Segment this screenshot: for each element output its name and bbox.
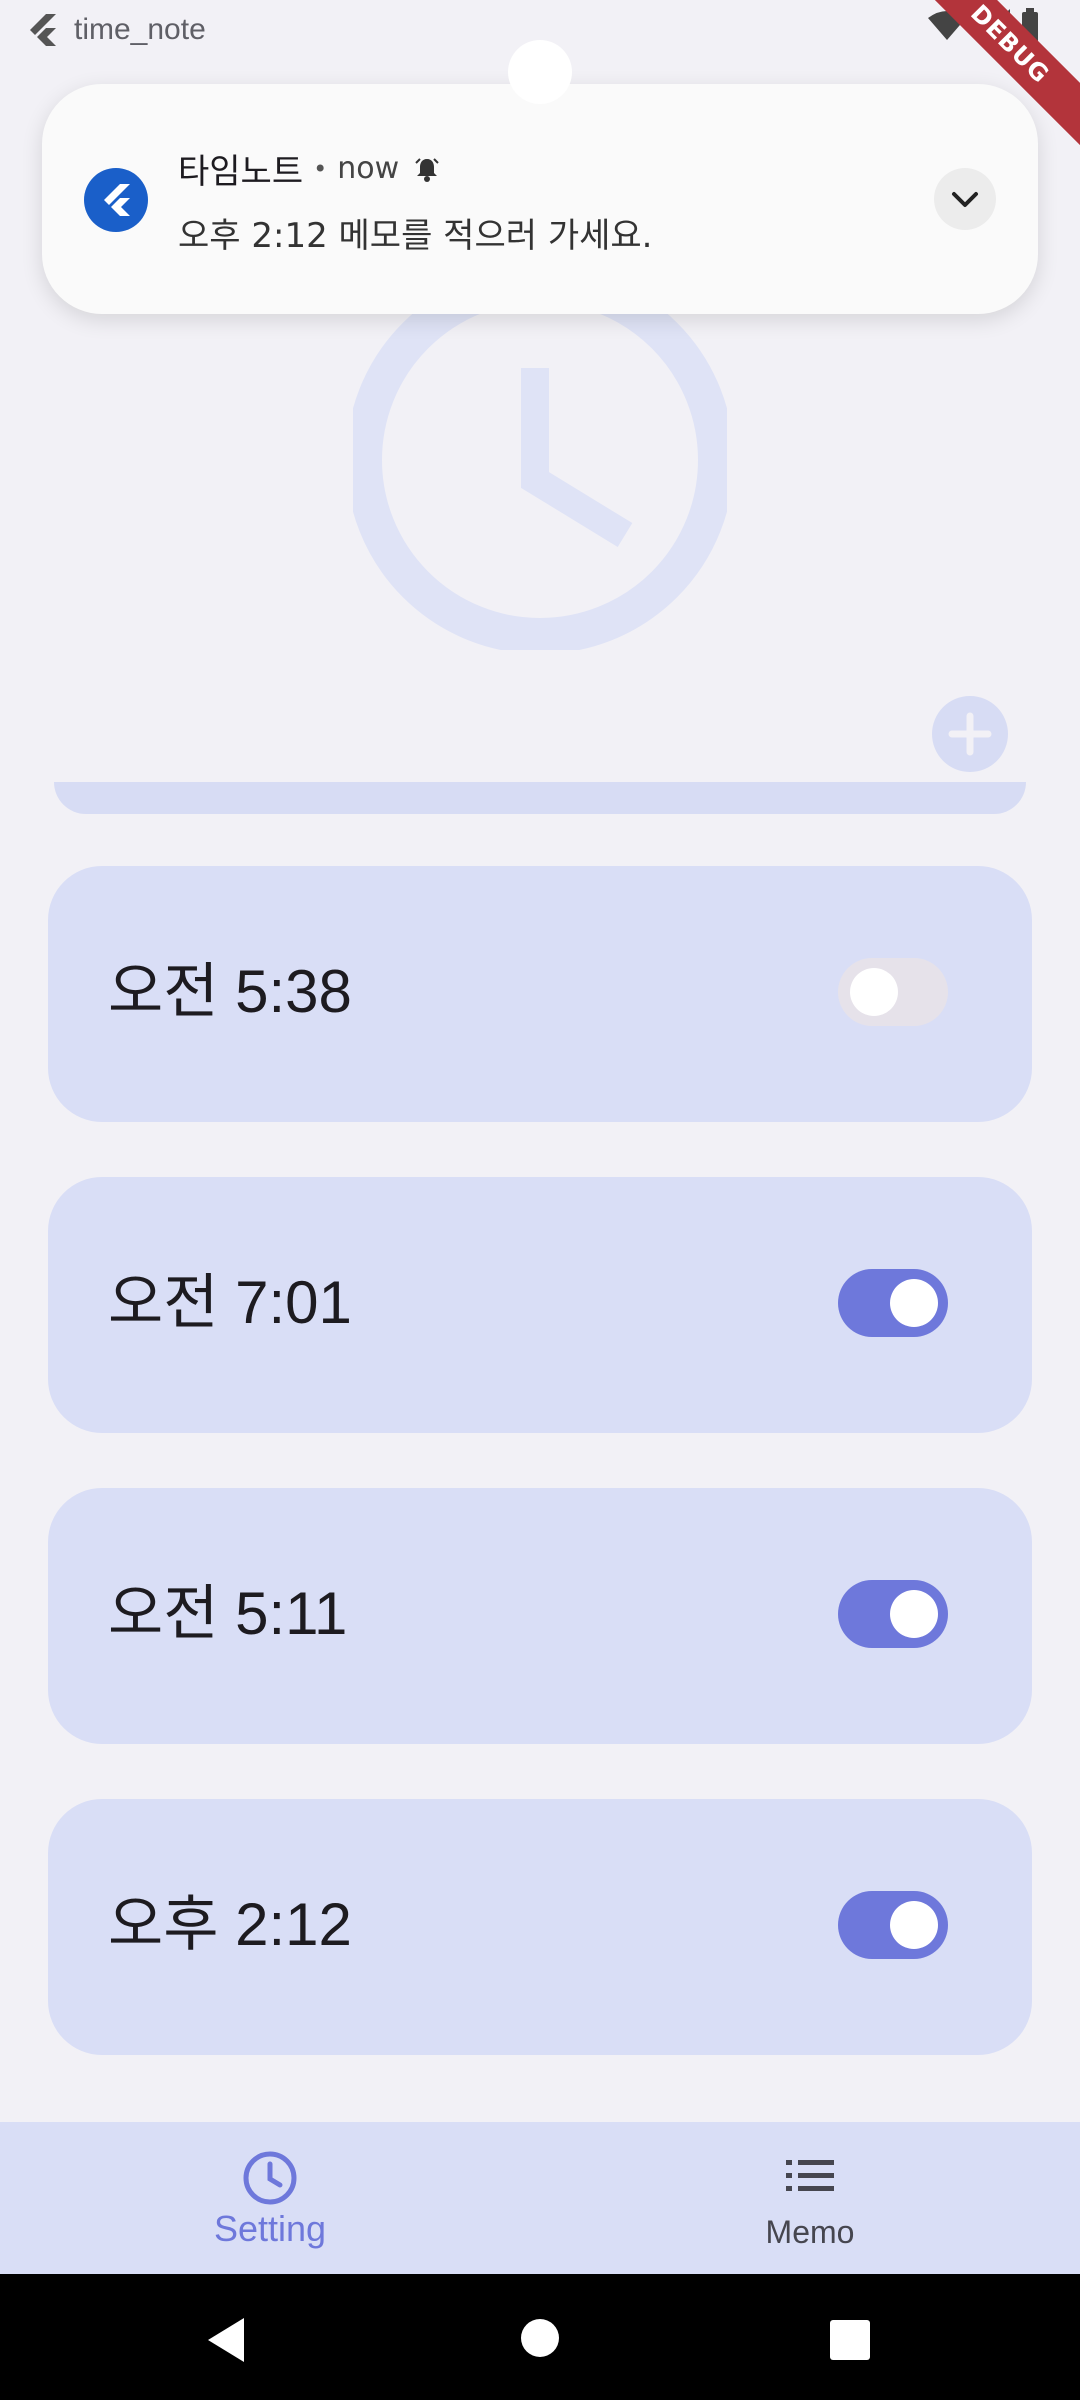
camera-cutout bbox=[508, 40, 572, 104]
nav-label-setting: Setting bbox=[213, 2208, 327, 2249]
back-icon[interactable] bbox=[204, 2316, 248, 2364]
recents-icon[interactable] bbox=[830, 2320, 870, 2360]
nav-tab-memo[interactable]: Memo bbox=[540, 2122, 1080, 2274]
chevron-down-icon bbox=[952, 192, 978, 207]
notification-app-name: 타임노트 bbox=[178, 152, 304, 192]
alarm-toggle[interactable] bbox=[838, 1580, 948, 1648]
notification-separator: • bbox=[313, 154, 328, 183]
alarm-time: 오전 5:11 bbox=[108, 1580, 348, 1647]
nav-tab-setting[interactable]: Setting bbox=[0, 2122, 540, 2274]
notification-header: 타임노트 • now bbox=[178, 144, 441, 193]
home-icon[interactable] bbox=[520, 2318, 560, 2358]
alarm-card[interactable]: 오후 2:12 bbox=[48, 1799, 1032, 2055]
alarm-time: 오전 5:38 bbox=[108, 958, 352, 1025]
status-app-title: time_note bbox=[74, 13, 206, 46]
toggle-knob bbox=[890, 1901, 938, 1949]
alarm-toggle[interactable] bbox=[838, 1891, 948, 1959]
toggle-knob bbox=[850, 968, 898, 1016]
app-notification-icon bbox=[84, 168, 148, 232]
toggle-knob bbox=[890, 1279, 938, 1327]
flutter-logo-icon bbox=[30, 14, 56, 46]
list-icon bbox=[786, 2160, 834, 2191]
alarm-card[interactable]: 오전 7:01 bbox=[48, 1177, 1032, 1433]
alarm-time: 오전 7:01 bbox=[108, 1269, 352, 1336]
clock-icon bbox=[243, 2151, 297, 2205]
add-alarm-button[interactable] bbox=[932, 696, 1008, 772]
alarm-toggle[interactable] bbox=[838, 958, 948, 1026]
nav-label-memo: Memo bbox=[765, 2214, 855, 2250]
toggle-knob bbox=[890, 1590, 938, 1638]
alarm-card[interactable]: 오전 5:11 bbox=[48, 1488, 1032, 1744]
alarm-time: 오후 2:12 bbox=[108, 1891, 352, 1958]
header-panel bbox=[54, 782, 1026, 814]
notification-time: now bbox=[337, 151, 400, 186]
notification-message: 오후 2:12 메모를 적으러 가세요. bbox=[178, 216, 653, 256]
status-app: time_note bbox=[22, 10, 206, 50]
plus-icon bbox=[948, 712, 992, 756]
alarm-card[interactable]: 오전 5:38 bbox=[48, 866, 1032, 1122]
notification-expand-button[interactable] bbox=[934, 168, 996, 230]
clock-illustration-icon bbox=[353, 310, 727, 650]
bottom-navigation: Setting Memo bbox=[0, 2122, 1080, 2274]
notification-card[interactable]: 타임노트 • now 오후 2:12 메모를 적으러 가세요. bbox=[42, 84, 1038, 314]
alarm-bell-icon bbox=[415, 157, 439, 182]
alarm-toggle[interactable] bbox=[838, 1269, 948, 1337]
system-navigation-bar bbox=[0, 2274, 1080, 2400]
